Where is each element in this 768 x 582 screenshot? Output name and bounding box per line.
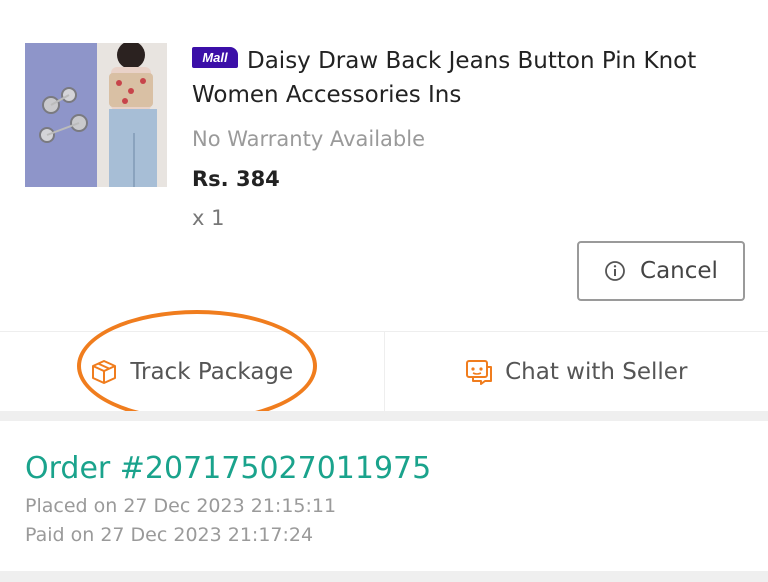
package-icon [92, 359, 117, 384]
track-package-button[interactable]: Track Package [0, 332, 384, 411]
section-divider-bottom [0, 571, 768, 582]
cancel-button[interactable]: Cancel [577, 241, 745, 301]
chat-with-seller-label: Chat with Seller [505, 358, 688, 385]
chat-with-seller-button[interactable]: Chat with Seller [383, 332, 768, 411]
order-item-card: Daisy Draw Back Jeans Button Pin Knot Wo… [0, 0, 768, 330]
order-info-section: Order #207175027011975 Placed on 27 Dec … [0, 421, 768, 571]
order-actions-bar: Track Package Chat with Seller [0, 331, 768, 411]
chat-icon [466, 359, 493, 385]
order-number[interactable]: Order #207175027011975 [25, 451, 431, 486]
product-title[interactable]: Daisy Draw Back Jeans Button Pin Knot Wo… [192, 44, 732, 112]
cancel-label: Cancel [640, 258, 718, 284]
mall-badge: Mall [192, 47, 238, 68]
section-divider [0, 411, 768, 421]
placed-on-date: Placed on 27 Dec 2023 21:15:11 [25, 495, 337, 517]
info-icon [605, 261, 625, 281]
track-package-label: Track Package [130, 358, 294, 385]
product-photo-svg [25, 43, 167, 187]
product-price: Rs. 384 [192, 167, 280, 191]
paid-on-date: Paid on 27 Dec 2023 21:17:24 [25, 524, 314, 546]
warranty-text: No Warranty Available [192, 127, 425, 151]
product-quantity: x 1 [192, 206, 225, 230]
product-image[interactable] [25, 43, 167, 187]
